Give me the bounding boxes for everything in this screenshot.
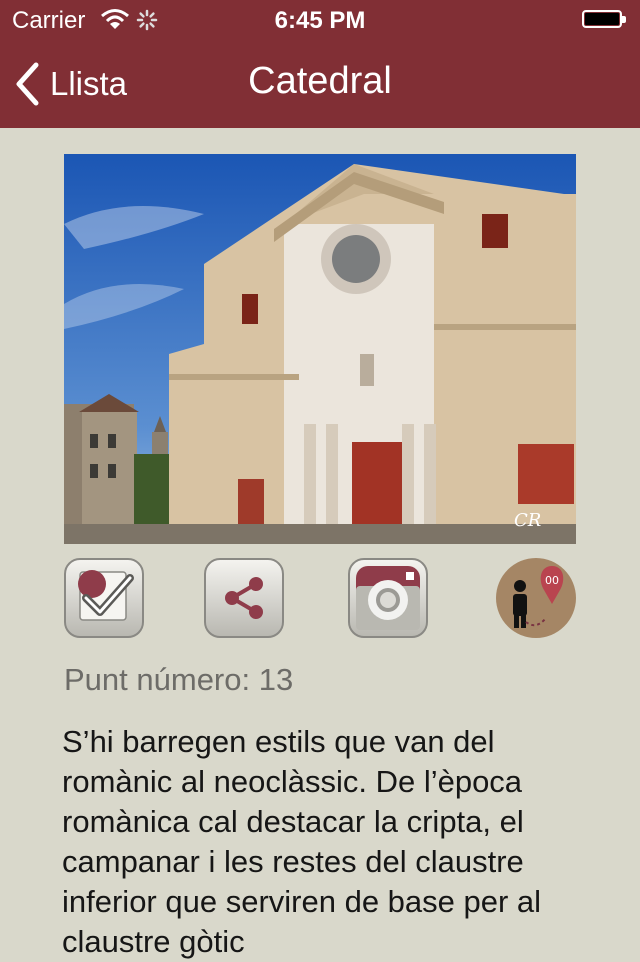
map-pin-label: 00 <box>545 574 559 587</box>
point-number: Punt número: 13 <box>64 662 294 697</box>
status-bar: Carrier 6:45 PM <box>0 0 640 40</box>
photo-signature: CR <box>514 510 541 531</box>
status-time: 6:45 PM <box>274 7 366 34</box>
cathedral-photo: CR <box>64 154 576 544</box>
map-location-button[interactable]: 00 <box>496 558 576 638</box>
share-icon <box>225 577 263 619</box>
description-text: S’hi barregen estils que van del romànic… <box>62 724 542 959</box>
camera-button[interactable] <box>348 558 428 638</box>
battery-icon <box>582 10 628 30</box>
page-title: Catedral <box>248 60 392 102</box>
mark-visited-button[interactable] <box>64 558 144 638</box>
share-button[interactable] <box>204 558 284 638</box>
camera-icon <box>356 566 420 630</box>
navigation-bar: Carrier 6:45 PM Llista Catedral <box>0 0 640 128</box>
checkbox-check-icon <box>78 570 134 621</box>
person-map-pin-icon: 00 <box>513 566 564 628</box>
